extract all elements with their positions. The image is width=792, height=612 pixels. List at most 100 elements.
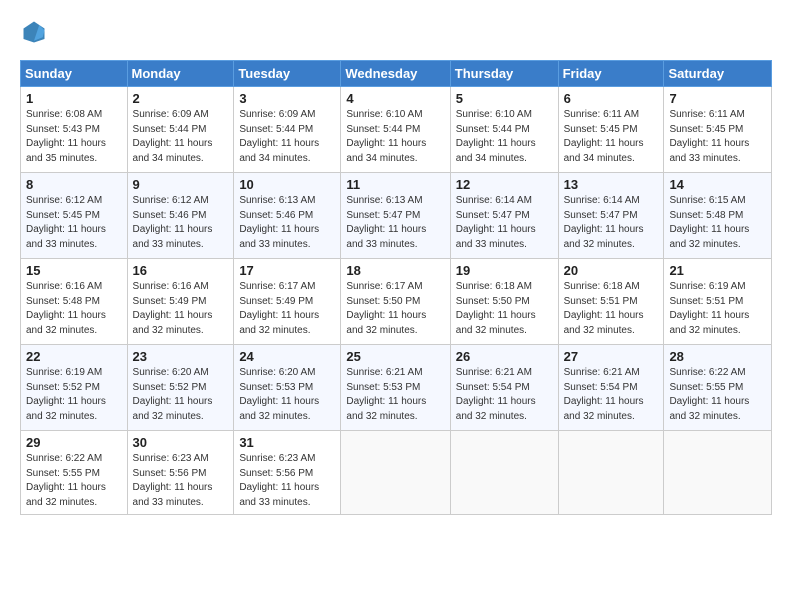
day-info: Sunrise: 6:20 AM Sunset: 5:53 PM Dayligh… xyxy=(239,366,335,424)
day-info: Sunrise: 6:10 AM Sunset: 5:44 PM Dayligh… xyxy=(346,108,444,166)
table-row: 3 Sunrise: 6:09 AM Sunset: 5:44 PM Dayli… xyxy=(234,87,341,173)
day-info: Sunrise: 6:21 AM Sunset: 5:54 PM Dayligh… xyxy=(456,366,553,424)
table-row: 10 Sunrise: 6:13 AM Sunset: 5:46 PM Dayl… xyxy=(234,173,341,259)
table-row: 13 Sunrise: 6:14 AM Sunset: 5:47 PM Dayl… xyxy=(558,173,664,259)
day-info: Sunrise: 6:22 AM Sunset: 5:55 PM Dayligh… xyxy=(26,452,122,510)
table-row: 7 Sunrise: 6:11 AM Sunset: 5:45 PM Dayli… xyxy=(664,87,772,173)
day-info: Sunrise: 6:17 AM Sunset: 5:50 PM Dayligh… xyxy=(346,280,444,338)
table-row: 6 Sunrise: 6:11 AM Sunset: 5:45 PM Dayli… xyxy=(558,87,664,173)
table-row: 4 Sunrise: 6:10 AM Sunset: 5:44 PM Dayli… xyxy=(341,87,450,173)
logo xyxy=(20,18,52,46)
day-number: 2 xyxy=(133,91,229,106)
day-number: 21 xyxy=(669,263,766,278)
table-row: 5 Sunrise: 6:10 AM Sunset: 5:44 PM Dayli… xyxy=(450,87,558,173)
header xyxy=(20,18,772,46)
th-sunday: Sunday xyxy=(21,61,128,87)
day-number: 12 xyxy=(456,177,553,192)
calendar: Sunday Monday Tuesday Wednesday Thursday… xyxy=(20,60,772,515)
day-info: Sunrise: 6:16 AM Sunset: 5:49 PM Dayligh… xyxy=(133,280,229,338)
day-info: Sunrise: 6:13 AM Sunset: 5:47 PM Dayligh… xyxy=(346,194,444,252)
table-row xyxy=(450,431,558,515)
day-info: Sunrise: 6:10 AM Sunset: 5:44 PM Dayligh… xyxy=(456,108,553,166)
th-thursday: Thursday xyxy=(450,61,558,87)
day-number: 18 xyxy=(346,263,444,278)
day-info: Sunrise: 6:14 AM Sunset: 5:47 PM Dayligh… xyxy=(456,194,553,252)
day-number: 9 xyxy=(133,177,229,192)
day-number: 3 xyxy=(239,91,335,106)
day-info: Sunrise: 6:17 AM Sunset: 5:49 PM Dayligh… xyxy=(239,280,335,338)
table-row: 18 Sunrise: 6:17 AM Sunset: 5:50 PM Dayl… xyxy=(341,259,450,345)
table-row: 27 Sunrise: 6:21 AM Sunset: 5:54 PM Dayl… xyxy=(558,345,664,431)
day-number: 31 xyxy=(239,435,335,450)
table-row xyxy=(664,431,772,515)
day-info: Sunrise: 6:11 AM Sunset: 5:45 PM Dayligh… xyxy=(669,108,766,166)
table-row: 31 Sunrise: 6:23 AM Sunset: 5:56 PM Dayl… xyxy=(234,431,341,515)
day-info: Sunrise: 6:21 AM Sunset: 5:54 PM Dayligh… xyxy=(564,366,659,424)
table-row: 1 Sunrise: 6:08 AM Sunset: 5:43 PM Dayli… xyxy=(21,87,128,173)
table-row: 28 Sunrise: 6:22 AM Sunset: 5:55 PM Dayl… xyxy=(664,345,772,431)
day-info: Sunrise: 6:11 AM Sunset: 5:45 PM Dayligh… xyxy=(564,108,659,166)
day-number: 24 xyxy=(239,349,335,364)
table-row: 11 Sunrise: 6:13 AM Sunset: 5:47 PM Dayl… xyxy=(341,173,450,259)
table-row: 15 Sunrise: 6:16 AM Sunset: 5:48 PM Dayl… xyxy=(21,259,128,345)
day-info: Sunrise: 6:16 AM Sunset: 5:48 PM Dayligh… xyxy=(26,280,122,338)
th-friday: Friday xyxy=(558,61,664,87)
day-number: 28 xyxy=(669,349,766,364)
table-row: 8 Sunrise: 6:12 AM Sunset: 5:45 PM Dayli… xyxy=(21,173,128,259)
day-info: Sunrise: 6:12 AM Sunset: 5:45 PM Dayligh… xyxy=(26,194,122,252)
day-info: Sunrise: 6:23 AM Sunset: 5:56 PM Dayligh… xyxy=(133,452,229,510)
weekday-row: Sunday Monday Tuesday Wednesday Thursday… xyxy=(21,61,772,87)
day-number: 20 xyxy=(564,263,659,278)
table-row: 29 Sunrise: 6:22 AM Sunset: 5:55 PM Dayl… xyxy=(21,431,128,515)
th-monday: Monday xyxy=(127,61,234,87)
table-row: 17 Sunrise: 6:17 AM Sunset: 5:49 PM Dayl… xyxy=(234,259,341,345)
page: Sunday Monday Tuesday Wednesday Thursday… xyxy=(0,0,792,525)
table-row: 20 Sunrise: 6:18 AM Sunset: 5:51 PM Dayl… xyxy=(558,259,664,345)
table-row: 9 Sunrise: 6:12 AM Sunset: 5:46 PM Dayli… xyxy=(127,173,234,259)
day-info: Sunrise: 6:19 AM Sunset: 5:52 PM Dayligh… xyxy=(26,366,122,424)
day-info: Sunrise: 6:09 AM Sunset: 5:44 PM Dayligh… xyxy=(239,108,335,166)
day-info: Sunrise: 6:18 AM Sunset: 5:51 PM Dayligh… xyxy=(564,280,659,338)
th-wednesday: Wednesday xyxy=(341,61,450,87)
calendar-body: 1 Sunrise: 6:08 AM Sunset: 5:43 PM Dayli… xyxy=(21,87,772,515)
day-info: Sunrise: 6:14 AM Sunset: 5:47 PM Dayligh… xyxy=(564,194,659,252)
table-row: 23 Sunrise: 6:20 AM Sunset: 5:52 PM Dayl… xyxy=(127,345,234,431)
day-number: 15 xyxy=(26,263,122,278)
day-info: Sunrise: 6:19 AM Sunset: 5:51 PM Dayligh… xyxy=(669,280,766,338)
day-number: 7 xyxy=(669,91,766,106)
table-row: 14 Sunrise: 6:15 AM Sunset: 5:48 PM Dayl… xyxy=(664,173,772,259)
table-row: 21 Sunrise: 6:19 AM Sunset: 5:51 PM Dayl… xyxy=(664,259,772,345)
table-row xyxy=(558,431,664,515)
day-number: 23 xyxy=(133,349,229,364)
day-number: 22 xyxy=(26,349,122,364)
day-number: 8 xyxy=(26,177,122,192)
table-row: 2 Sunrise: 6:09 AM Sunset: 5:44 PM Dayli… xyxy=(127,87,234,173)
table-row: 26 Sunrise: 6:21 AM Sunset: 5:54 PM Dayl… xyxy=(450,345,558,431)
table-row: 25 Sunrise: 6:21 AM Sunset: 5:53 PM Dayl… xyxy=(341,345,450,431)
table-row: 19 Sunrise: 6:18 AM Sunset: 5:50 PM Dayl… xyxy=(450,259,558,345)
day-number: 25 xyxy=(346,349,444,364)
day-info: Sunrise: 6:12 AM Sunset: 5:46 PM Dayligh… xyxy=(133,194,229,252)
day-info: Sunrise: 6:18 AM Sunset: 5:50 PM Dayligh… xyxy=(456,280,553,338)
day-number: 1 xyxy=(26,91,122,106)
th-tuesday: Tuesday xyxy=(234,61,341,87)
day-number: 13 xyxy=(564,177,659,192)
day-number: 26 xyxy=(456,349,553,364)
table-row: 16 Sunrise: 6:16 AM Sunset: 5:49 PM Dayl… xyxy=(127,259,234,345)
day-number: 10 xyxy=(239,177,335,192)
day-number: 5 xyxy=(456,91,553,106)
day-info: Sunrise: 6:21 AM Sunset: 5:53 PM Dayligh… xyxy=(346,366,444,424)
day-number: 30 xyxy=(133,435,229,450)
calendar-header: Sunday Monday Tuesday Wednesday Thursday… xyxy=(21,61,772,87)
table-row: 24 Sunrise: 6:20 AM Sunset: 5:53 PM Dayl… xyxy=(234,345,341,431)
table-row: 22 Sunrise: 6:19 AM Sunset: 5:52 PM Dayl… xyxy=(21,345,128,431)
day-number: 27 xyxy=(564,349,659,364)
day-info: Sunrise: 6:09 AM Sunset: 5:44 PM Dayligh… xyxy=(133,108,229,166)
day-number: 16 xyxy=(133,263,229,278)
day-number: 17 xyxy=(239,263,335,278)
th-saturday: Saturday xyxy=(664,61,772,87)
day-number: 11 xyxy=(346,177,444,192)
day-number: 4 xyxy=(346,91,444,106)
day-info: Sunrise: 6:13 AM Sunset: 5:46 PM Dayligh… xyxy=(239,194,335,252)
day-info: Sunrise: 6:20 AM Sunset: 5:52 PM Dayligh… xyxy=(133,366,229,424)
